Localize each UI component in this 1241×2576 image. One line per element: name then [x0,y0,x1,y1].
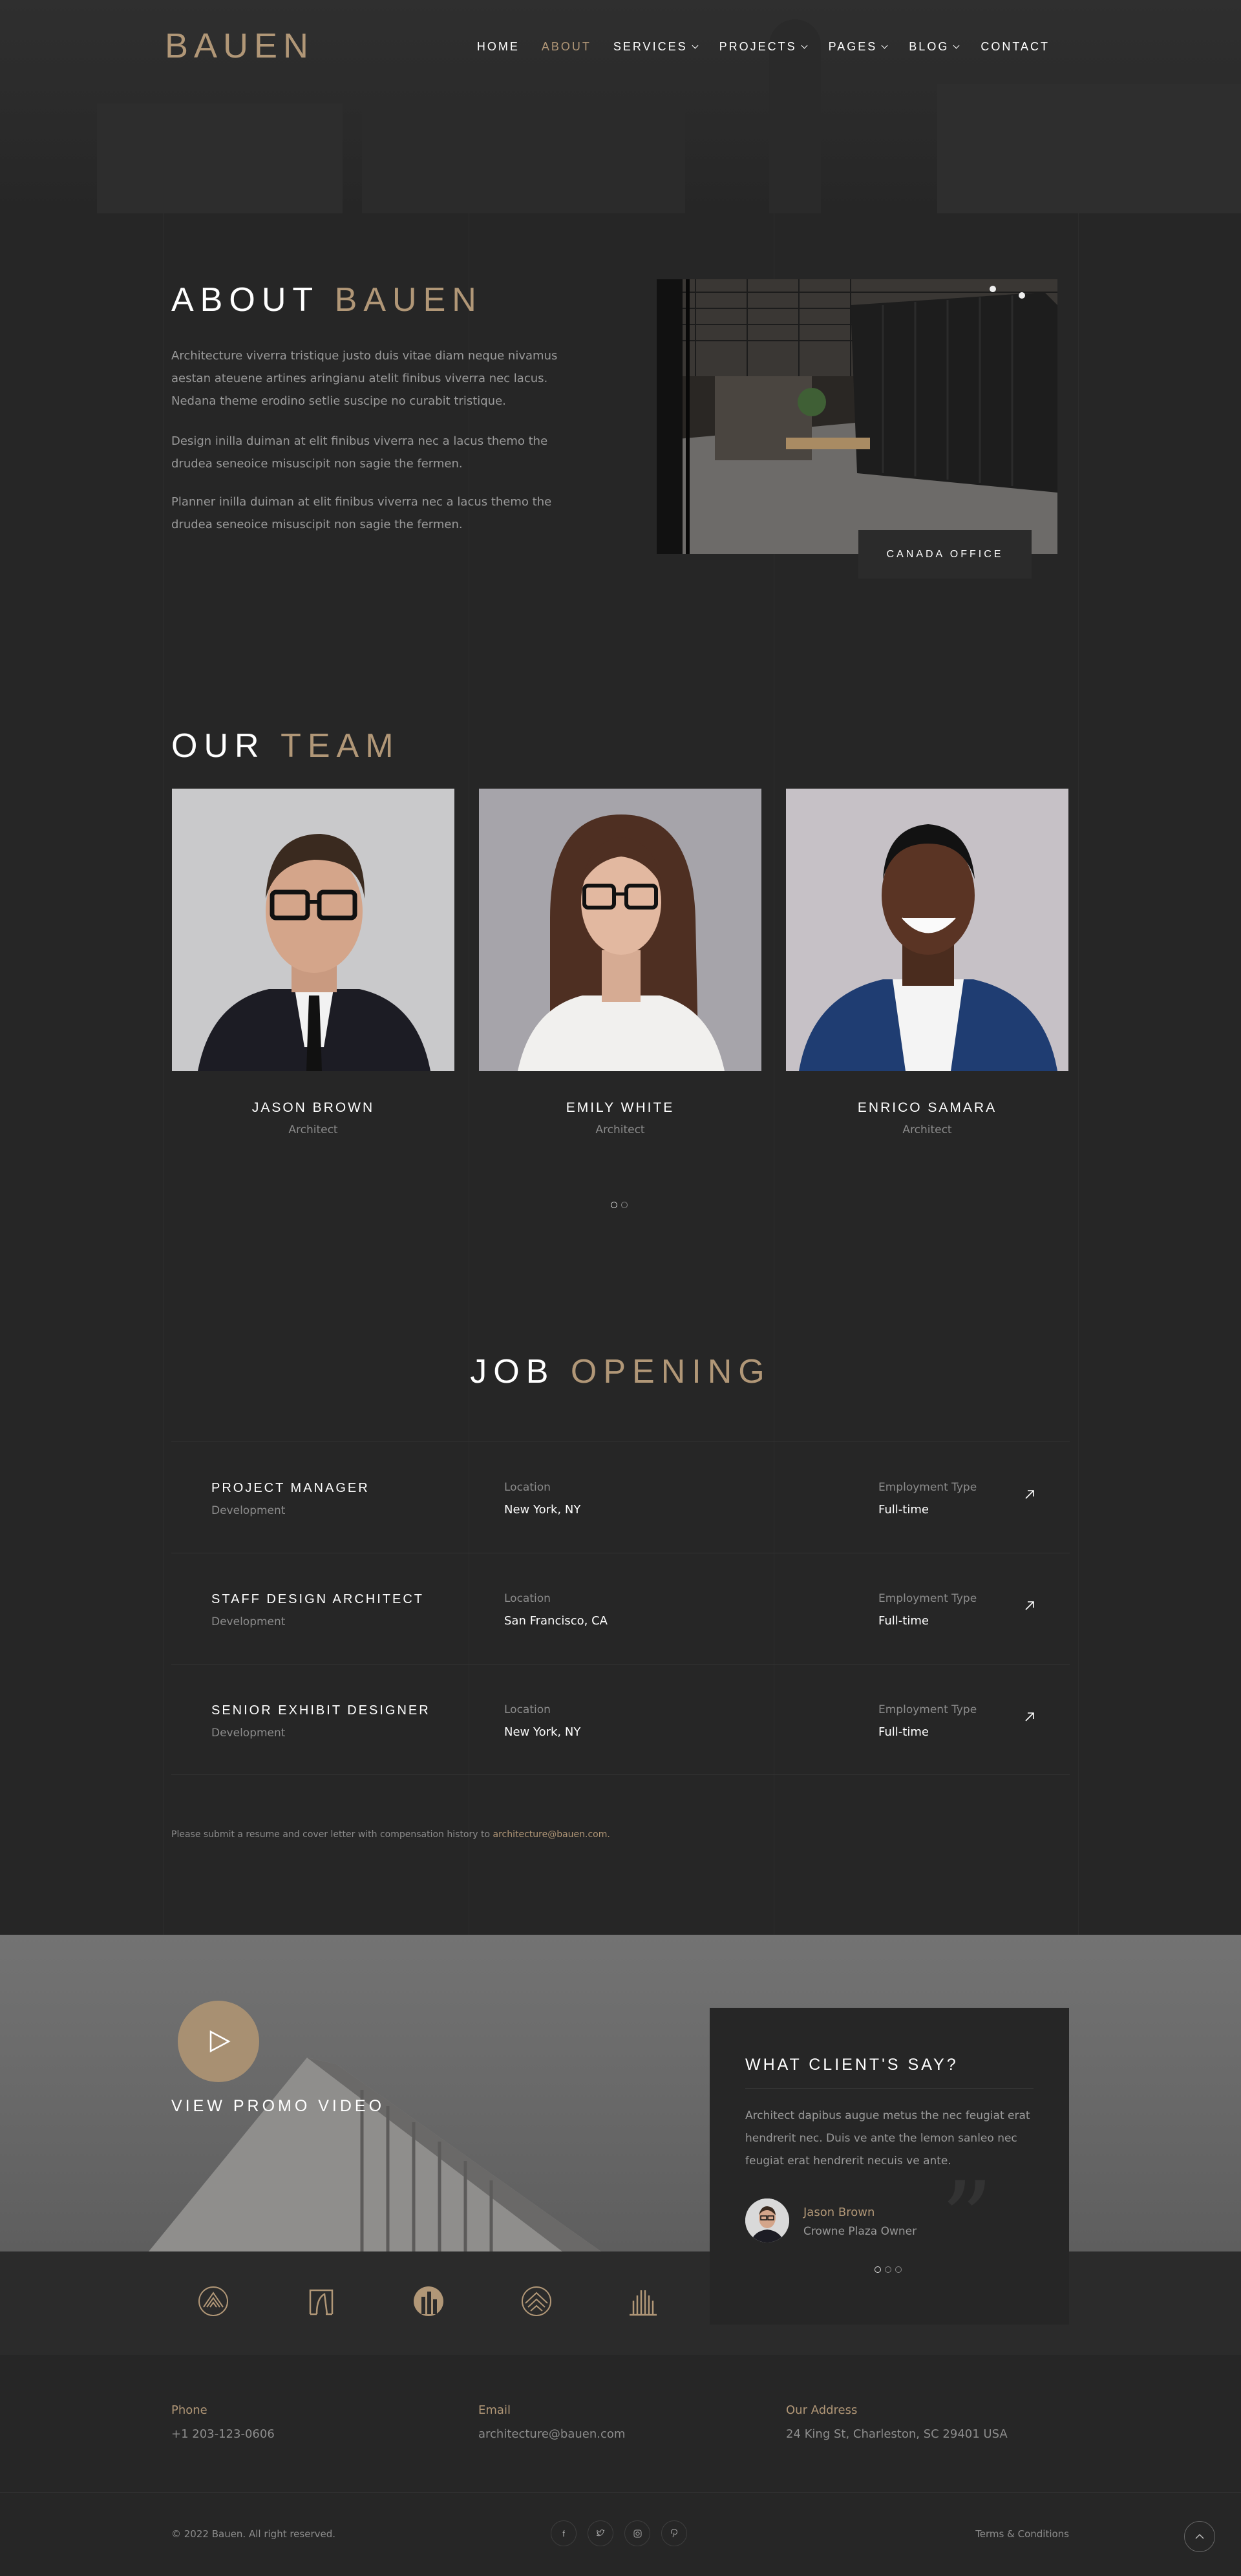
about-paragraph: Planner inilla duiman at elit finibus vi… [171,495,552,531]
promo-video-label[interactable]: VIEW PROMO VIDEO [171,2097,385,2116]
email-address[interactable]: architecture@bauen.com [478,2427,625,2441]
nav-services[interactable]: SERVICES [613,40,699,54]
about-title: ABOUT BAUEN [171,281,483,319]
job-department: Development [211,1727,286,1740]
testimonial-panel: WHAT CLIENT'S SAY? Architect dapibus aug… [710,2008,1069,2325]
nav-blog[interactable]: BLOG [909,40,960,54]
team-photo [172,789,454,1071]
job-department: Development [211,1504,286,1517]
client-logo [309,2289,334,2315]
site-logo[interactable]: BAUEN [165,26,314,66]
team-photo [479,789,761,1071]
carousel-dot[interactable] [885,2266,891,2273]
carousel-dot[interactable] [611,1202,617,1208]
email-label: Email [478,2403,511,2417]
employment-type-label: Employment Type [878,1592,977,1605]
footer-divider [0,2492,1241,2493]
nav-contact[interactable]: CONTACT [981,40,1050,54]
job-location: New York, NY [504,1725,581,1739]
client-logo [414,2286,443,2316]
chevron-down-icon [692,42,699,48]
job-row[interactable]: SENIOR EXHIBIT DESIGNER Development Loca… [171,1664,1070,1775]
job-title: SENIOR EXHIBIT DESIGNER [211,1703,430,1718]
job-location: San Francisco, CA [504,1614,608,1628]
team-card[interactable]: ENRICO SAMARA Architect [786,789,1068,1136]
client-logo [630,2290,657,2316]
arrow-up-right-icon[interactable] [1023,1599,1037,1613]
member-name: EMILY WHITE [566,1100,675,1115]
avatar [745,2198,789,2242]
application-note: Please submit a resume and cover letter … [171,1829,610,1840]
location-label: Location [504,1703,551,1716]
chevron-down-icon [881,42,888,48]
location-label: Location [504,1592,551,1605]
scroll-to-top-button[interactable] [1184,2521,1215,2552]
testimonial-carousel-dots [875,2266,902,2273]
play-icon [209,2030,231,2053]
nav-projects[interactable]: PROJECTS [719,40,808,54]
address: 24 King St, Charleston, SC 29401 USA [786,2427,1008,2441]
employment-type-label: Employment Type [878,1481,977,1494]
main-nav: HOME ABOUT SERVICES PROJECTS PAGES BLOG … [455,40,1050,54]
grid-line [1078,0,1079,2133]
team-card[interactable]: EMILY WHITE Architect [479,789,761,1136]
job-location: New York, NY [504,1503,581,1517]
team-photo [786,789,1068,1071]
grid-line [163,0,164,2133]
phone-number[interactable]: +1 203-123-0606 [171,2427,275,2441]
team-card[interactable]: JASON BROWN Architect [172,789,454,1136]
member-role: Architect [595,1123,645,1136]
arrow-up-right-icon[interactable] [1023,1710,1037,1724]
pinterest-icon[interactable] [661,2520,687,2546]
instagram-icon[interactable] [624,2520,650,2546]
carousel-dot[interactable] [895,2266,902,2273]
job-row[interactable]: STAFF DESIGN ARCHITECT Development Locat… [171,1553,1070,1664]
client-logo [522,2286,551,2316]
job-title: STAFF DESIGN ARCHITECT [211,1592,424,1606]
job-type: Full-time [878,1503,929,1517]
carousel-dot[interactable] [621,1202,628,1208]
member-role: Architect [288,1123,338,1136]
address-label: Our Address [786,2403,858,2417]
job-type: Full-time [878,1614,929,1628]
client-name: Jason Brown [803,2206,875,2219]
about-paragraph: Design inilla duiman at elit finibus viv… [171,434,548,471]
nav-pages[interactable]: PAGES [829,40,888,54]
office-label: CANADA OFFICE [858,530,1032,579]
job-department: Development [211,1615,286,1628]
client-role: Crowne Plaza Owner [803,2225,917,2238]
jobs-title: JOB OPENING [470,1353,771,1390]
member-name: JASON BROWN [251,1100,375,1115]
copyright: © 2022 Bauen. All right reserved. [171,2528,336,2540]
application-email-link[interactable]: architecture@bauen.com. [493,1829,610,1840]
nav-home[interactable]: HOME [477,40,520,54]
facebook-icon[interactable]: f [551,2520,577,2546]
team-carousel-dots [611,1202,628,1208]
chevron-up-icon [1195,2533,1204,2539]
job-title: PROJECT MANAGER [211,1481,370,1495]
chevron-down-icon [801,42,808,48]
quote-icon: ” [940,2159,993,2280]
phone-label: Phone [171,2403,207,2417]
job-row[interactable]: PROJECT MANAGER Development Location New… [171,1442,1070,1553]
team-title: OUR TEAM [171,727,400,765]
client-logo [198,2286,228,2316]
terms-link[interactable]: Terms & Conditions [975,2528,1069,2540]
testimonial-title: WHAT CLIENT'S SAY? [745,2056,959,2074]
location-label: Location [504,1481,551,1494]
about-paragraph: Architecture viverra tristique justo dui… [171,349,558,408]
job-type: Full-time [878,1725,929,1739]
chevron-down-icon [953,42,960,48]
twitter-icon[interactable] [588,2520,613,2546]
member-name: ENRICO SAMARA [857,1100,997,1115]
divider [745,2088,1034,2089]
play-video-button[interactable] [178,2001,259,2082]
office-image [657,279,1057,554]
arrow-up-right-icon[interactable] [1023,1487,1037,1502]
nav-about[interactable]: ABOUT [542,40,591,54]
member-role: Architect [902,1123,952,1136]
employment-type-label: Employment Type [878,1703,977,1716]
carousel-dot[interactable] [875,2266,881,2273]
